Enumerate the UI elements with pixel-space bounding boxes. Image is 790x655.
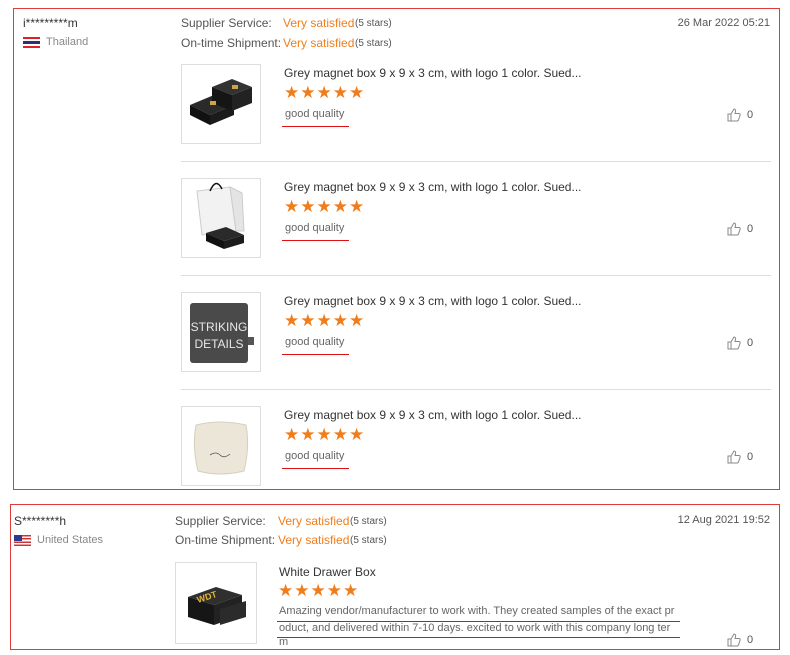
like-button[interactable]: 0 <box>727 336 753 350</box>
supplier-service-value: Very satisfied <box>278 514 350 528</box>
review-comment: good quality <box>285 222 345 234</box>
rating-stars: ★★★★★ <box>284 311 366 330</box>
rating-stars: ★★★★★ <box>284 197 366 216</box>
like-button[interactable]: 0 <box>727 222 753 236</box>
thumbs-up-icon <box>727 450 741 464</box>
shipment-label: On-time Shipment: <box>175 533 276 547</box>
thumbs-up-icon <box>727 108 741 122</box>
comment-underline <box>277 637 680 638</box>
united-states-flag-icon <box>14 534 31 546</box>
reviewer-country: United States <box>14 534 103 546</box>
review-item: STRIKING DETAILS Grey magnet box 9 x 9 x… <box>181 292 771 404</box>
like-count: 0 <box>747 337 754 349</box>
item-divider <box>181 275 771 276</box>
supplier-service-stars: (5 stars) <box>350 516 387 527</box>
shipment-stars: (5 stars) <box>355 38 392 49</box>
like-button[interactable]: 0 <box>727 108 753 122</box>
thumbs-up-icon <box>727 336 741 350</box>
product-thumbnail[interactable] <box>181 406 261 486</box>
country-name: Thailand <box>46 36 89 48</box>
product-title[interactable]: Grey magnet box 9 x 9 x 3 cm, with logo … <box>284 180 581 194</box>
review-date: 12 Aug 2021 19:52 <box>677 514 770 526</box>
review-date: 26 Mar 2022 05:21 <box>677 17 770 29</box>
review-card: i*********m Thailand Supplier Service: V… <box>13 8 780 490</box>
like-button[interactable]: 0 <box>727 633 753 647</box>
review-comment: good quality <box>285 108 345 120</box>
like-button[interactable]: 0 <box>727 450 753 464</box>
product-title[interactable]: Grey magnet box 9 x 9 x 3 cm, with logo … <box>284 66 581 80</box>
review-item: WDT White Drawer Box ★★★★★ Amazing vendo… <box>175 562 771 648</box>
country-name: United States <box>37 534 104 546</box>
like-count: 0 <box>747 451 754 463</box>
comment-underline <box>282 468 349 469</box>
rating-stars: ★★★★★ <box>284 425 366 444</box>
product-thumbnail[interactable] <box>181 64 261 144</box>
item-divider <box>181 389 771 390</box>
comment-underline <box>282 354 349 355</box>
shipment-value: Very satisfied <box>278 533 350 547</box>
supplier-service-stars: (5 stars) <box>355 18 392 29</box>
shipment-label: On-time Shipment: <box>181 36 282 50</box>
shipment-stars: (5 stars) <box>350 535 387 546</box>
review-comment: good quality <box>285 336 345 348</box>
comment-underline <box>282 240 349 241</box>
review-comment-line: m <box>279 636 289 648</box>
like-count: 0 <box>747 634 754 646</box>
review-comment: good quality <box>285 450 345 462</box>
reviewer-country: Thailand <box>23 36 88 48</box>
shipment-value: Very satisfied <box>283 36 355 50</box>
review-item: Grey magnet box 9 x 9 x 3 cm, with logo … <box>181 406 771 518</box>
review-comment-line: oduct, and delivered within 7-10 days. e… <box>279 622 671 634</box>
reviewer-name: S********h <box>14 514 67 528</box>
rating-stars: ★★★★★ <box>284 83 366 102</box>
product-title[interactable]: White Drawer Box <box>279 565 376 579</box>
reviewer-name: i*********m <box>23 16 78 30</box>
product-thumbnail[interactable]: WDT <box>175 562 257 644</box>
item-divider <box>181 161 771 162</box>
product-image-text-1: STRIKING <box>191 320 248 334</box>
review-item: Grey magnet box 9 x 9 x 3 cm, with logo … <box>181 178 771 290</box>
product-thumbnail[interactable] <box>181 178 261 258</box>
rating-stars: ★★★★★ <box>278 581 360 600</box>
product-image-text-2: DETAILS <box>194 337 243 351</box>
review-card: S********h United States Supplier Servic… <box>10 504 780 650</box>
like-count: 0 <box>747 223 754 235</box>
supplier-service-label: Supplier Service: <box>181 16 272 30</box>
supplier-service-value: Very satisfied <box>283 16 355 30</box>
product-title[interactable]: Grey magnet box 9 x 9 x 3 cm, with logo … <box>284 294 581 308</box>
product-thumbnail[interactable]: STRIKING DETAILS <box>181 292 261 372</box>
thailand-flag-icon <box>23 36 40 48</box>
thumbs-up-icon <box>727 633 741 647</box>
like-count: 0 <box>747 109 754 121</box>
supplier-service-label: Supplier Service: <box>175 514 266 528</box>
review-item: Grey magnet box 9 x 9 x 3 cm, with logo … <box>181 64 771 176</box>
review-comment-line: Amazing vendor/manufacturer to work with… <box>279 605 675 617</box>
product-title[interactable]: Grey magnet box 9 x 9 x 3 cm, with logo … <box>284 408 581 422</box>
thumbs-up-icon <box>727 222 741 236</box>
comment-underline <box>282 126 349 127</box>
